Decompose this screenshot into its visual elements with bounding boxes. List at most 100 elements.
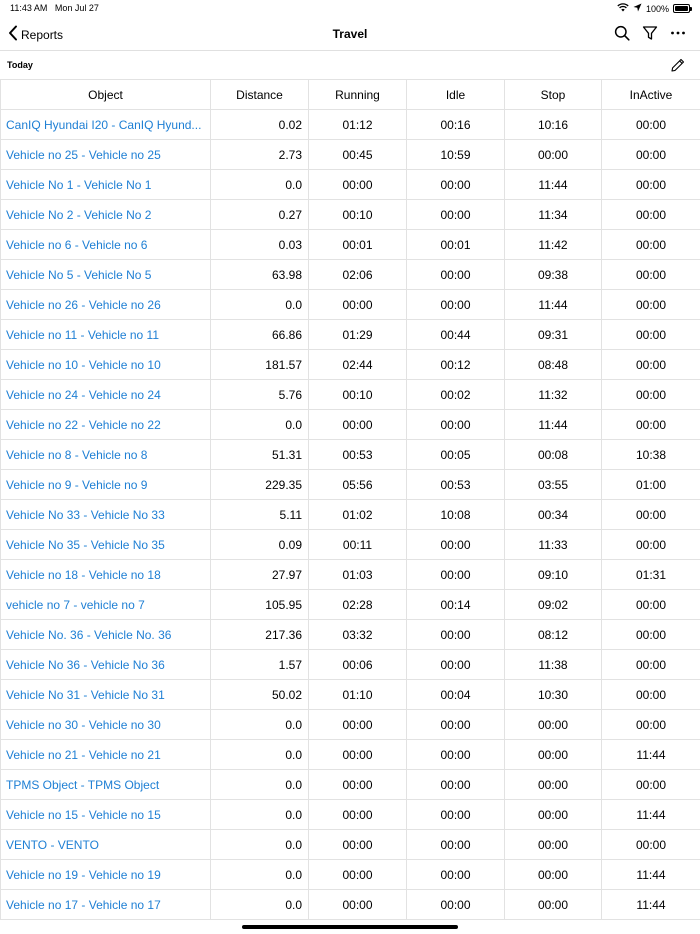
column-header-stop[interactable]: Stop bbox=[504, 79, 602, 110]
stop-cell: 08:12 bbox=[504, 619, 602, 650]
filter-icon[interactable] bbox=[642, 25, 658, 41]
object-link[interactable]: Vehicle no 26 - Vehicle no 26 bbox=[0, 289, 211, 320]
table-row[interactable]: Vehicle no 11 - Vehicle no 11 66.86 01:29 0… bbox=[0, 319, 700, 350]
running-cell: 03:32 bbox=[308, 619, 407, 650]
table-row[interactable]: VENTO - VENTO 0.0 00:00 00:00 00:00 00:00 bbox=[0, 829, 700, 860]
table-row[interactable]: Vehicle no 15 - Vehicle no 15 0.0 00:00 00:… bbox=[0, 799, 700, 830]
inactive-cell: 00:00 bbox=[601, 529, 700, 560]
object-link[interactable]: Vehicle no 18 - Vehicle no 18 bbox=[0, 559, 211, 590]
stop-cell: 11:38 bbox=[504, 649, 602, 680]
table-row[interactable]: Vehicle no 10 - Vehicle no 10 181.57 02:44… bbox=[0, 349, 700, 380]
table-row[interactable]: Vehicle No 5 - Vehicle No 5 63.98 02:06 00:… bbox=[0, 259, 700, 290]
search-icon[interactable] bbox=[614, 25, 630, 41]
object-link[interactable]: Vehicle No 5 - Vehicle No 5 bbox=[0, 259, 211, 290]
stop-cell: 11:32 bbox=[504, 379, 602, 410]
table-row[interactable]: Vehicle no 25 - Vehicle no 25 2.73 00:45 10… bbox=[0, 139, 700, 170]
table-row[interactable]: Vehicle No 35 - Vehicle No 35 0.09 00:11 00… bbox=[0, 529, 700, 560]
inactive-cell: 11:44 bbox=[601, 859, 700, 890]
table-row[interactable]: Vehicle no 9 - Vehicle no 9 229.35 05:56 00… bbox=[0, 469, 700, 500]
idle-cell: 00:04 bbox=[406, 679, 505, 710]
object-link[interactable]: Vehicle no 24 - Vehicle no 24 bbox=[0, 379, 211, 410]
object-link[interactable]: VENTO - VENTO bbox=[0, 829, 211, 860]
object-link[interactable]: Vehicle no 10 - Vehicle no 10 bbox=[0, 349, 211, 380]
column-header-object[interactable]: Object bbox=[0, 79, 211, 110]
object-link[interactable]: Vehicle no 25 - Vehicle no 25 bbox=[0, 139, 211, 170]
idle-cell: 00:00 bbox=[406, 739, 505, 770]
table-row[interactable]: Vehicle No 33 - Vehicle No 33 5.11 01:02 10… bbox=[0, 499, 700, 530]
running-cell: 00:00 bbox=[308, 289, 407, 320]
table-row[interactable]: Vehicle no 26 - Vehicle no 26 0.0 00:00 00:… bbox=[0, 289, 700, 320]
running-cell: 00:00 bbox=[308, 739, 407, 770]
table-row[interactable]: Vehicle no 19 - Vehicle no 19 0.0 00:00 00:… bbox=[0, 859, 700, 890]
column-header-inactive[interactable]: InActive bbox=[601, 79, 700, 110]
table-row[interactable]: TPMS Object - TPMS Object 0.0 00:00 00:00 00… bbox=[0, 769, 700, 800]
distance-cell: 229.35 bbox=[210, 469, 309, 500]
object-link[interactable]: Vehicle no 15 - Vehicle no 15 bbox=[0, 799, 211, 830]
object-link[interactable]: CanIQ Hyundai I20 - CanIQ Hyund... bbox=[0, 109, 211, 140]
object-link[interactable]: Vehicle No 31 - Vehicle No 31 bbox=[0, 679, 211, 710]
table-row[interactable]: Vehicle no 21 - Vehicle no 21 0.0 00:00 00:… bbox=[0, 739, 700, 770]
battery-percent: 100% bbox=[645, 3, 669, 14]
object-link[interactable]: Vehicle No 36 - Vehicle No 36 bbox=[0, 649, 211, 680]
more-icon[interactable] bbox=[670, 25, 686, 41]
table-row[interactable]: Vehicle no 30 - Vehicle no 30 0.0 00:00 00:… bbox=[0, 709, 700, 740]
object-link[interactable]: Vehicle no 17 - Vehicle no 17 bbox=[0, 889, 211, 920]
stop-cell: 00:00 bbox=[504, 709, 602, 740]
status-date: Mon Jul 27 bbox=[54, 3, 99, 13]
running-cell: 02:28 bbox=[308, 589, 407, 620]
inactive-cell: 00:00 bbox=[601, 499, 700, 530]
table-row[interactable]: Vehicle no 8 - Vehicle no 8 51.31 00:53 00:… bbox=[0, 439, 700, 470]
stop-cell: 00:00 bbox=[504, 889, 602, 920]
distance-cell: 0.0 bbox=[210, 859, 309, 890]
table-row[interactable]: Vehicle no 18 - Vehicle no 18 27.97 01:03 0… bbox=[0, 559, 700, 590]
object-link[interactable]: Vehicle no 21 - Vehicle no 21 bbox=[0, 739, 211, 770]
idle-cell: 00:00 bbox=[406, 829, 505, 860]
distance-cell: 63.98 bbox=[210, 259, 309, 290]
object-link[interactable]: Vehicle No 35 - Vehicle No 35 bbox=[0, 529, 211, 560]
running-cell: 01:02 bbox=[308, 499, 407, 530]
object-link[interactable]: Vehicle no 22 - Vehicle no 22 bbox=[0, 409, 211, 440]
object-link[interactable]: Vehicle no 8 - Vehicle no 8 bbox=[0, 439, 211, 470]
table-row[interactable]: Vehicle no 22 - Vehicle no 22 0.0 00:00 00:… bbox=[0, 409, 700, 440]
object-link[interactable]: Vehicle no 9 - Vehicle no 9 bbox=[0, 469, 211, 500]
inactive-cell: 00:00 bbox=[601, 409, 700, 440]
stop-cell: 11:44 bbox=[504, 409, 602, 440]
table-row[interactable]: Vehicle no 6 - Vehicle no 6 0.03 00:01 00:0… bbox=[0, 229, 700, 260]
column-header-idle[interactable]: Idle bbox=[406, 79, 505, 110]
table-row[interactable]: Vehicle No 36 - Vehicle No 36 1.57 00:06 00… bbox=[0, 649, 700, 680]
travel-table: Object Distance Running Idle Stop InActi… bbox=[0, 79, 700, 920]
object-link[interactable]: vehicle no 7 - vehicle no 7 bbox=[0, 589, 211, 620]
table-row[interactable]: Vehicle No 31 - Vehicle No 31 50.02 01:10 0… bbox=[0, 679, 700, 710]
stop-cell: 00:00 bbox=[504, 799, 602, 830]
object-link[interactable]: Vehicle No. 36 - Vehicle No. 36 bbox=[0, 619, 211, 650]
object-link[interactable]: Vehicle no 11 - Vehicle no 11 bbox=[0, 319, 211, 350]
table-row[interactable]: Vehicle No 1 - Vehicle No 1 0.0 00:00 00:00… bbox=[0, 169, 700, 200]
distance-cell: 1.57 bbox=[210, 649, 309, 680]
inactive-cell: 00:00 bbox=[601, 229, 700, 260]
object-link[interactable]: TPMS Object - TPMS Object bbox=[0, 769, 211, 800]
table-row[interactable]: Vehicle No 2 - Vehicle No 2 0.27 00:10 00:0… bbox=[0, 199, 700, 230]
object-link[interactable]: Vehicle no 19 - Vehicle no 19 bbox=[0, 859, 211, 890]
object-link[interactable]: Vehicle no 6 - Vehicle no 6 bbox=[0, 229, 211, 260]
wifi-icon bbox=[617, 3, 629, 14]
pencil-icon[interactable] bbox=[670, 57, 686, 78]
column-header-distance[interactable]: Distance bbox=[210, 79, 309, 110]
object-link[interactable]: Vehicle no 30 - Vehicle no 30 bbox=[0, 709, 211, 740]
stop-cell: 11:44 bbox=[504, 169, 602, 200]
distance-cell: 217.36 bbox=[210, 619, 309, 650]
table-row[interactable]: Vehicle no 17 - Vehicle no 17 0.0 00:00 00:… bbox=[0, 889, 700, 920]
table-row[interactable]: vehicle no 7 - vehicle no 7 105.95 02:28 00… bbox=[0, 589, 700, 620]
column-header-running[interactable]: Running bbox=[308, 79, 407, 110]
distance-cell: 5.76 bbox=[210, 379, 309, 410]
object-link[interactable]: Vehicle No 33 - Vehicle No 33 bbox=[0, 499, 211, 530]
table-row[interactable]: Vehicle No. 36 - Vehicle No. 36 217.36 03:… bbox=[0, 619, 700, 650]
table-row[interactable]: Vehicle no 24 - Vehicle no 24 5.76 00:10 00… bbox=[0, 379, 700, 410]
idle-cell: 10:59 bbox=[406, 139, 505, 170]
location-icon bbox=[633, 3, 642, 14]
object-link[interactable]: Vehicle No 2 - Vehicle No 2 bbox=[0, 199, 211, 230]
stop-cell: 10:30 bbox=[504, 679, 602, 710]
distance-cell: 0.03 bbox=[210, 229, 309, 260]
table-row[interactable]: CanIQ Hyundai I20 - CanIQ Hyund... 0.02 01… bbox=[0, 109, 700, 140]
object-link[interactable]: Vehicle No 1 - Vehicle No 1 bbox=[0, 169, 211, 200]
table-header-row: Object Distance Running Idle Stop InActi… bbox=[0, 79, 700, 110]
